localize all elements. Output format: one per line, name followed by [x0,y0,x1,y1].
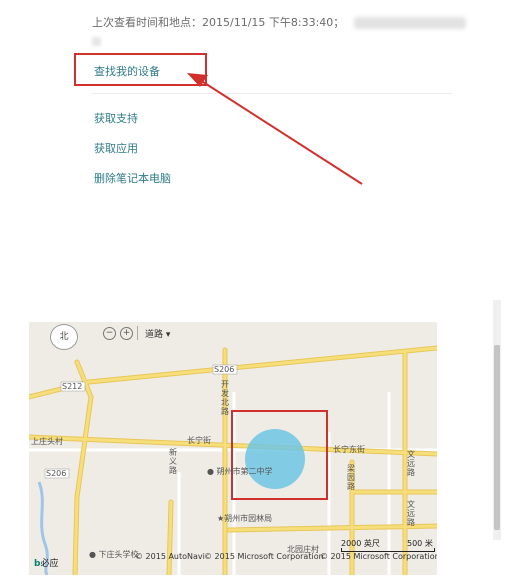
annotation-arrow [187,73,363,185]
compass-control[interactable]: 北 [50,324,78,350]
poi-label-school: ● 朔州市第二中学 [207,467,273,476]
road-label-wenyuan: 文远路 [407,450,415,477]
device-location-circle [245,429,305,489]
poi-label-primary-school: ● 下庄头学校 [89,550,139,559]
route-label-s206-left: S206 [46,469,67,478]
copyright-microsoft-2: © 2015 Microsoft Corporation [320,552,437,561]
scrollbar-thumb[interactable] [494,345,500,530]
route-label-s212: S212 [62,382,83,391]
road-label-wenyuan-south: 文远路 [407,500,415,527]
copyright-autonavi: © 2015 AutoNavi [135,552,205,561]
toolbar-divider [137,326,138,340]
copyright-microsoft-1: © 2015 Microsoft Corporation [204,552,324,561]
road-label-changning-east: 长宁东街 [333,445,365,454]
place-label-shangzhuang: 上庄头村 [31,437,63,446]
device-map[interactable]: 北 − + 道路 ▾ S206 S212 S206 开发北路 长宁街 长宁东街 … [29,322,437,575]
road-label-kaifa: 开发北路 [221,380,229,416]
road-label-changning-west: 长宁街 [187,436,211,445]
road-label-liangyuan: 梁园路 [347,464,355,491]
zoom-out-icon[interactable]: − [103,327,116,340]
poi-label-forestry: ★朔州市园林局 [217,514,273,523]
bing-logo: b必应 [34,559,59,569]
compass-icon: 北 [59,332,69,342]
road-label-xinyi: 新义路 [169,448,177,475]
route-label-s206-top: S206 [214,365,235,374]
zoom-in-icon[interactable]: + [120,327,133,340]
map-style-dropdown[interactable]: 道路 ▾ [145,327,170,340]
